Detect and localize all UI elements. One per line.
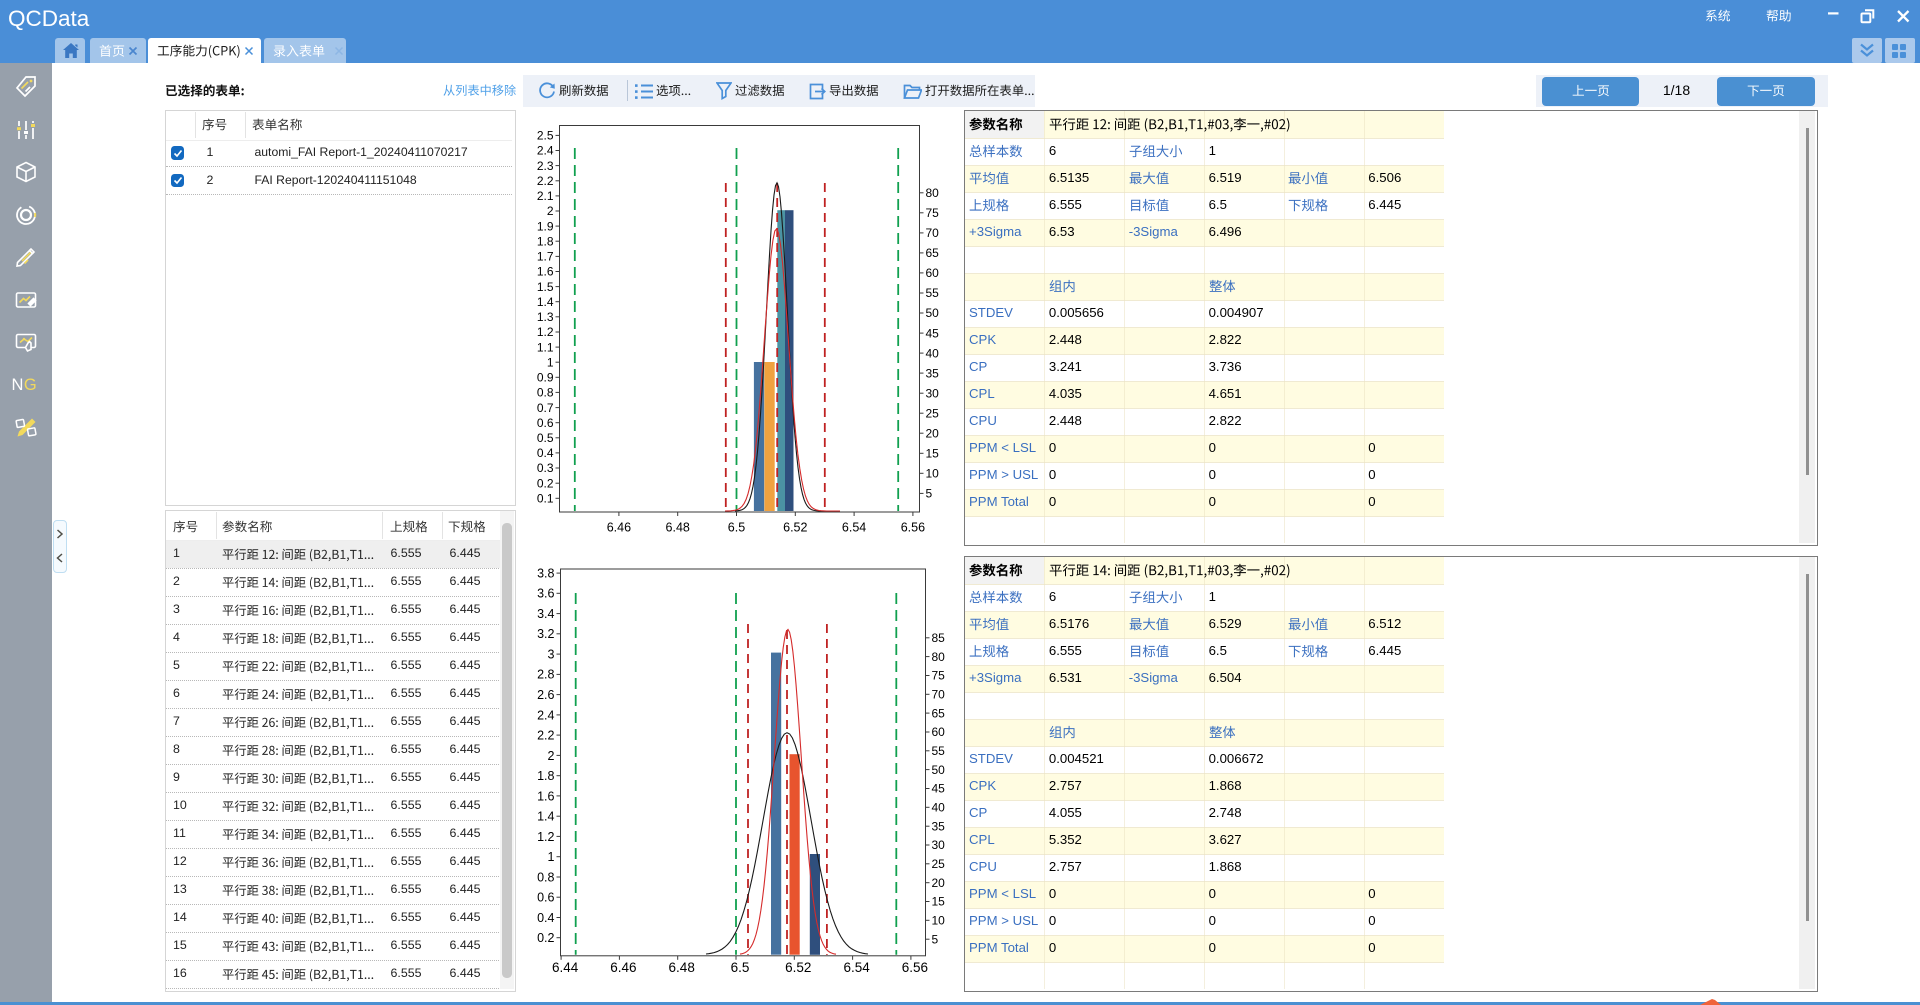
svg-text:80: 80	[926, 186, 940, 200]
svg-text:6.48: 6.48	[666, 521, 690, 535]
svg-text:2.5: 2.5	[537, 129, 554, 143]
svg-text:1.7: 1.7	[537, 250, 554, 264]
svg-text:6.56: 6.56	[901, 521, 925, 535]
svg-text:0.4: 0.4	[537, 446, 554, 460]
svg-text:55: 55	[932, 744, 946, 758]
svg-text:45: 45	[926, 326, 940, 340]
svg-text:60: 60	[932, 725, 946, 739]
svg-text:10: 10	[926, 467, 940, 481]
svg-text:55: 55	[926, 286, 940, 300]
svg-text:70: 70	[926, 226, 940, 240]
svg-text:65: 65	[932, 706, 946, 720]
svg-text:0.6: 0.6	[537, 891, 554, 905]
svg-text:3.6: 3.6	[537, 587, 554, 601]
svg-text:1.6: 1.6	[537, 265, 554, 279]
svg-text:6.44: 6.44	[552, 960, 579, 975]
svg-text:6.56: 6.56	[902, 960, 928, 975]
svg-text:0.2: 0.2	[537, 476, 554, 490]
svg-text:2: 2	[548, 749, 555, 763]
svg-text:3.2: 3.2	[537, 627, 554, 641]
svg-text:2.3: 2.3	[537, 159, 554, 173]
svg-text:20: 20	[926, 426, 940, 440]
svg-text:5: 5	[926, 487, 933, 501]
svg-text:15: 15	[932, 895, 946, 909]
svg-text:6.5: 6.5	[728, 521, 745, 535]
svg-text:0.3: 0.3	[537, 461, 554, 475]
svg-text:2.6: 2.6	[537, 688, 554, 702]
svg-text:6.5: 6.5	[731, 960, 750, 975]
svg-text:6.48: 6.48	[669, 960, 695, 975]
svg-text:30: 30	[932, 838, 946, 852]
svg-text:35: 35	[926, 366, 940, 380]
svg-text:45: 45	[932, 782, 946, 796]
svg-text:20: 20	[932, 876, 946, 890]
svg-text:1.4: 1.4	[537, 295, 554, 309]
svg-text:1.8: 1.8	[537, 769, 554, 783]
svg-text:40: 40	[932, 801, 946, 815]
svg-text:6.54: 6.54	[842, 521, 866, 535]
svg-text:1.2: 1.2	[537, 325, 554, 339]
svg-text:1.2: 1.2	[537, 830, 554, 844]
svg-text:10: 10	[932, 914, 946, 928]
svg-text:75: 75	[932, 669, 946, 683]
svg-text:80: 80	[932, 650, 946, 664]
svg-text:85: 85	[932, 631, 946, 645]
svg-text:1: 1	[548, 850, 555, 864]
svg-text:25: 25	[932, 857, 946, 871]
svg-text:1.4: 1.4	[537, 810, 554, 824]
svg-text:0.9: 0.9	[537, 371, 554, 385]
svg-text:2.2: 2.2	[537, 729, 554, 743]
svg-text:2.4: 2.4	[537, 708, 554, 722]
svg-text:0.1: 0.1	[537, 492, 554, 506]
svg-text:1.8: 1.8	[537, 234, 554, 248]
svg-text:50: 50	[932, 763, 946, 777]
svg-text:6.46: 6.46	[607, 521, 631, 535]
svg-text:6.46: 6.46	[610, 960, 636, 975]
svg-text:0.8: 0.8	[537, 870, 554, 884]
svg-text:35: 35	[932, 819, 946, 833]
svg-text:3: 3	[548, 648, 555, 662]
svg-text:50: 50	[926, 306, 940, 320]
svg-text:6.54: 6.54	[843, 960, 870, 975]
svg-text:1.1: 1.1	[537, 340, 554, 354]
svg-text:0.5: 0.5	[537, 431, 554, 445]
svg-text:2: 2	[547, 204, 554, 218]
svg-text:1: 1	[547, 355, 554, 369]
svg-text:0.8: 0.8	[537, 386, 554, 400]
svg-text:2.2: 2.2	[537, 174, 554, 188]
svg-text:3.4: 3.4	[537, 607, 554, 621]
svg-text:0.4: 0.4	[537, 911, 554, 925]
svg-text:6.52: 6.52	[783, 521, 807, 535]
svg-text:6.52: 6.52	[785, 960, 811, 975]
svg-text:0.7: 0.7	[537, 401, 554, 415]
svg-text:70: 70	[932, 688, 946, 702]
svg-text:30: 30	[926, 386, 940, 400]
svg-text:2.1: 2.1	[537, 189, 554, 203]
svg-text:40: 40	[926, 346, 940, 360]
svg-text:65: 65	[926, 246, 940, 260]
svg-text:1.3: 1.3	[537, 310, 554, 324]
svg-text:15: 15	[926, 447, 940, 461]
svg-text:1.5: 1.5	[537, 280, 554, 294]
svg-text:0.2: 0.2	[537, 931, 554, 945]
svg-text:2.8: 2.8	[537, 668, 554, 682]
svg-text:25: 25	[926, 406, 940, 420]
svg-text:60: 60	[926, 266, 940, 280]
svg-text:1.9: 1.9	[537, 219, 554, 233]
svg-text:75: 75	[926, 206, 940, 220]
svg-text:1.6: 1.6	[537, 789, 554, 803]
svg-text:5: 5	[932, 932, 939, 946]
svg-text:2.4: 2.4	[537, 144, 554, 158]
svg-text:0.6: 0.6	[537, 416, 554, 430]
svg-text:3.8: 3.8	[537, 566, 554, 580]
